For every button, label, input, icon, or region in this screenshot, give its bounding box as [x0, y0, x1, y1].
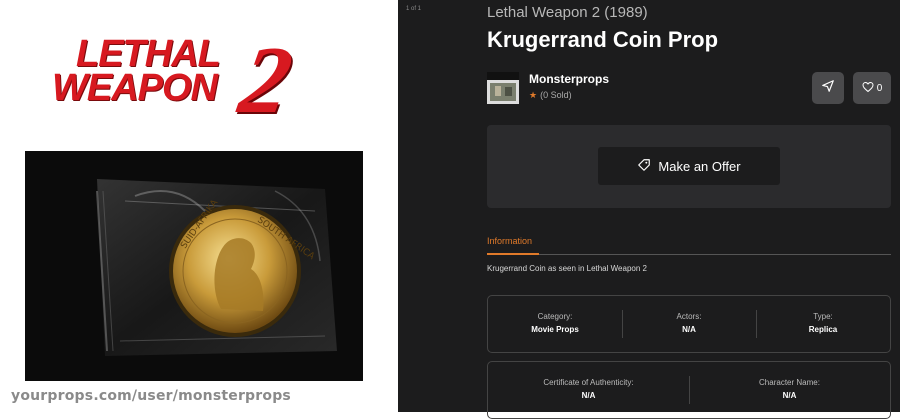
share-button[interactable]: [812, 72, 844, 104]
send-icon: [821, 79, 835, 98]
properties-card-1: Category: Movie Props Actors: N/A Type: …: [487, 295, 891, 353]
logo-number: 2: [232, 26, 300, 133]
property-actors: Actors: N/A: [622, 296, 756, 352]
property-category: Category: Movie Props: [488, 296, 622, 352]
tag-offer-icon: [637, 158, 651, 175]
tab-information[interactable]: Information: [487, 236, 532, 246]
like-count: 0: [876, 82, 883, 94]
watermark: yourprops.com/user/monsterprops: [11, 388, 291, 404]
heart-icon: [862, 81, 874, 96]
seller-sold-count: (0 Sold): [540, 90, 572, 100]
property-label: Certificate of Authenticity:: [543, 378, 634, 387]
property-value: N/A: [782, 391, 797, 400]
logo-line2: WEAPON: [52, 67, 218, 109]
page-title: Krugerrand Coin Prop: [487, 27, 719, 52]
property-value: N/A: [682, 325, 696, 334]
image-counter: 1 of 1: [406, 6, 422, 12]
property-value: Replica: [808, 325, 838, 334]
property-coa: Certificate of Authenticity: N/A: [488, 362, 689, 418]
item-description: Krugerrand Coin as seen in Lethal Weapon…: [487, 264, 647, 273]
property-label: Character Name:: [759, 378, 820, 387]
tab-divider: [487, 254, 891, 255]
tab-active-indicator: [487, 253, 539, 255]
seller-name[interactable]: Monsterprops: [529, 72, 609, 86]
make-offer-button[interactable]: Make an Offer: [598, 147, 780, 185]
offer-section: Make an Offer: [487, 125, 891, 208]
seller-avatar[interactable]: [487, 72, 519, 104]
property-value: N/A: [581, 391, 596, 400]
property-label: Category:: [537, 312, 573, 321]
property-type: Type: Replica: [756, 296, 890, 352]
image-gallery: LETHAL WEAPON 2 SUID-AFRIKA SOUTH AFRICA…: [0, 0, 398, 412]
listing-panel: 1 of 1 Lethal Weapon 2 (1989) Krugerrand…: [398, 0, 900, 419]
movie-logo: LETHAL WEAPON 2: [46, 26, 346, 133]
property-label: Actors:: [676, 312, 702, 321]
make-offer-label: Make an Offer: [658, 158, 741, 174]
star-icon: ★: [529, 90, 538, 100]
property-character: Character Name: N/A: [689, 362, 890, 418]
property-value: Movie Props: [531, 325, 579, 334]
property-label: Type:: [813, 312, 833, 321]
like-button[interactable]: 0: [853, 72, 891, 104]
seller-stats: ★ (0 Sold): [529, 90, 572, 101]
properties-card-2: Certificate of Authenticity: N/A Charact…: [487, 361, 891, 419]
coin-photo[interactable]: SUID-AFRIKA SOUTH AFRICA: [25, 151, 363, 381]
movie-subtitle[interactable]: Lethal Weapon 2 (1989): [487, 4, 648, 21]
